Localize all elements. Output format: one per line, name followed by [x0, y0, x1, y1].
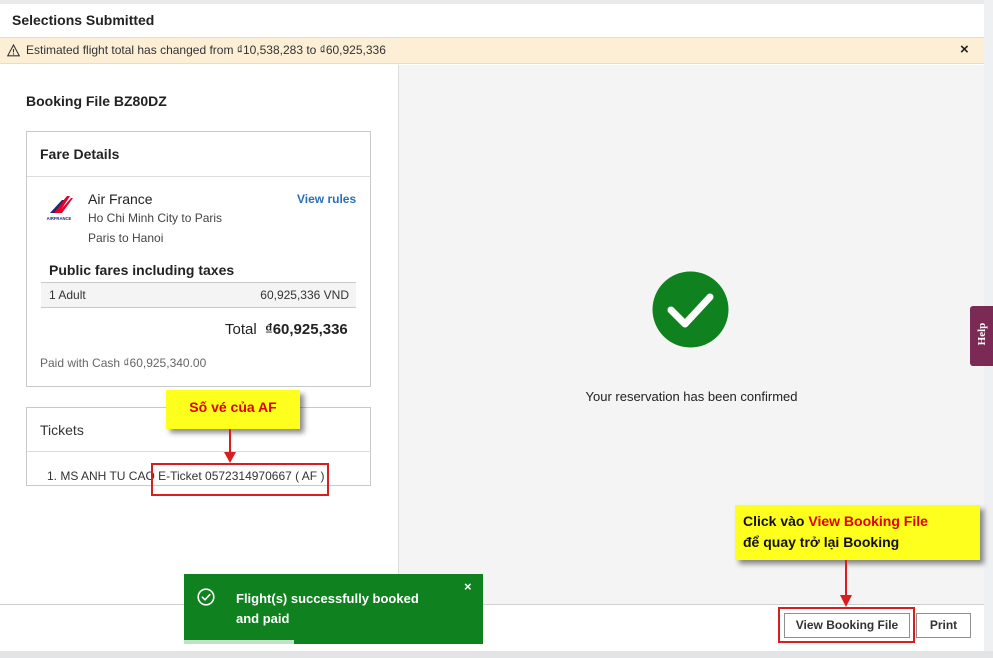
- help-tab[interactable]: Help: [970, 306, 993, 366]
- check-circle-icon: [652, 271, 729, 348]
- public-fares-title: Public fares including taxes: [49, 262, 235, 278]
- ticket-callout-text: Số vé của AF: [189, 399, 277, 415]
- check-circle-outline-icon: [197, 588, 215, 606]
- fare-details-title: Fare Details: [40, 146, 120, 162]
- booking-callout-highlight: View Booking File: [808, 513, 928, 529]
- fare-row: 1 Adult 60,925,336 VND: [41, 282, 356, 308]
- fare-passenger-type: 1 Adult: [49, 288, 86, 302]
- footer-base: [0, 651, 993, 658]
- route-return: Paris to Hanoi: [88, 231, 164, 245]
- ticket-number-callout: Số vé của AF: [166, 390, 300, 429]
- help-label: Help: [976, 322, 988, 346]
- payment-info: Paid with Cash ₫60,925,340.00: [40, 356, 207, 370]
- booking-callout-line-1: Click vào View Booking File: [743, 513, 928, 529]
- view-rules-link[interactable]: View rules: [297, 192, 356, 206]
- total-value: ₫60,925,336: [265, 321, 348, 338]
- booking-callout-prefix: Click vào: [743, 513, 809, 529]
- page-title: Selections Submitted: [12, 12, 155, 28]
- alert-text: Estimated flight total has changed from …: [26, 43, 386, 57]
- booking-callout-line-2: để quay trở lại Booking: [743, 534, 900, 550]
- toast-line-2: and paid: [236, 611, 290, 626]
- success-toast: Flight(s) successfully booked and paid ×: [184, 574, 483, 644]
- fare-details-header: Fare Details: [27, 132, 370, 177]
- toast-progress-bar: [184, 640, 294, 644]
- tickets-title: Tickets: [40, 422, 84, 438]
- price-change-alert: Estimated flight total has changed from …: [0, 37, 984, 64]
- ticket-highlight-box: [151, 463, 329, 496]
- toast-line-1: Flight(s) successfully booked: [236, 591, 419, 606]
- view-booking-callout: Click vào View Booking File để quay trở …: [735, 505, 980, 560]
- total-label: Total: [225, 321, 257, 338]
- print-button[interactable]: Print: [916, 613, 971, 638]
- toast-close-button[interactable]: ×: [464, 579, 472, 594]
- warning-icon: [7, 44, 20, 57]
- top-border: [0, 0, 993, 4]
- airline-name: Air France: [88, 191, 153, 207]
- booking-file-title: Booking File BZ80DZ: [26, 93, 167, 109]
- route-outbound: Ho Chi Minh City to Paris: [88, 211, 223, 225]
- toast-message: Flight(s) successfully booked and paid: [236, 589, 456, 629]
- logo-text: AIRFRANCE: [47, 216, 72, 221]
- confirmation-message: Your reservation has been confirmed: [585, 389, 798, 404]
- button-highlight-box: [778, 607, 915, 643]
- alert-close-button[interactable]: ×: [960, 41, 969, 58]
- air-france-logo: AIRFRANCE: [47, 196, 73, 221]
- fare-details-card: Fare Details AIRFRANCE Air France Ho Chi…: [26, 131, 371, 387]
- fare-amount: 60,925,336 VND: [260, 288, 349, 302]
